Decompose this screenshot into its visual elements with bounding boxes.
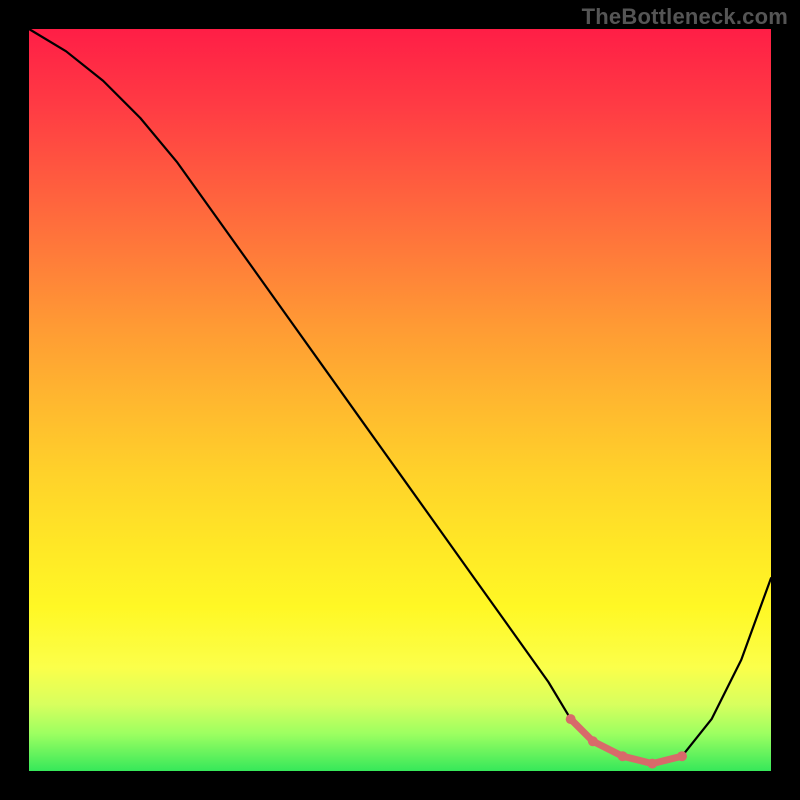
- optimal-dot: [677, 751, 687, 761]
- optimal-dot: [588, 736, 598, 746]
- optimal-dot: [618, 751, 628, 761]
- bottleneck-curve-line: [29, 29, 771, 764]
- chart-svg: [29, 29, 771, 771]
- optimal-dot: [647, 759, 657, 769]
- watermark-text: TheBottleneck.com: [582, 4, 788, 30]
- optimal-dot: [566, 714, 576, 724]
- chart-frame: TheBottleneck.com: [0, 0, 800, 800]
